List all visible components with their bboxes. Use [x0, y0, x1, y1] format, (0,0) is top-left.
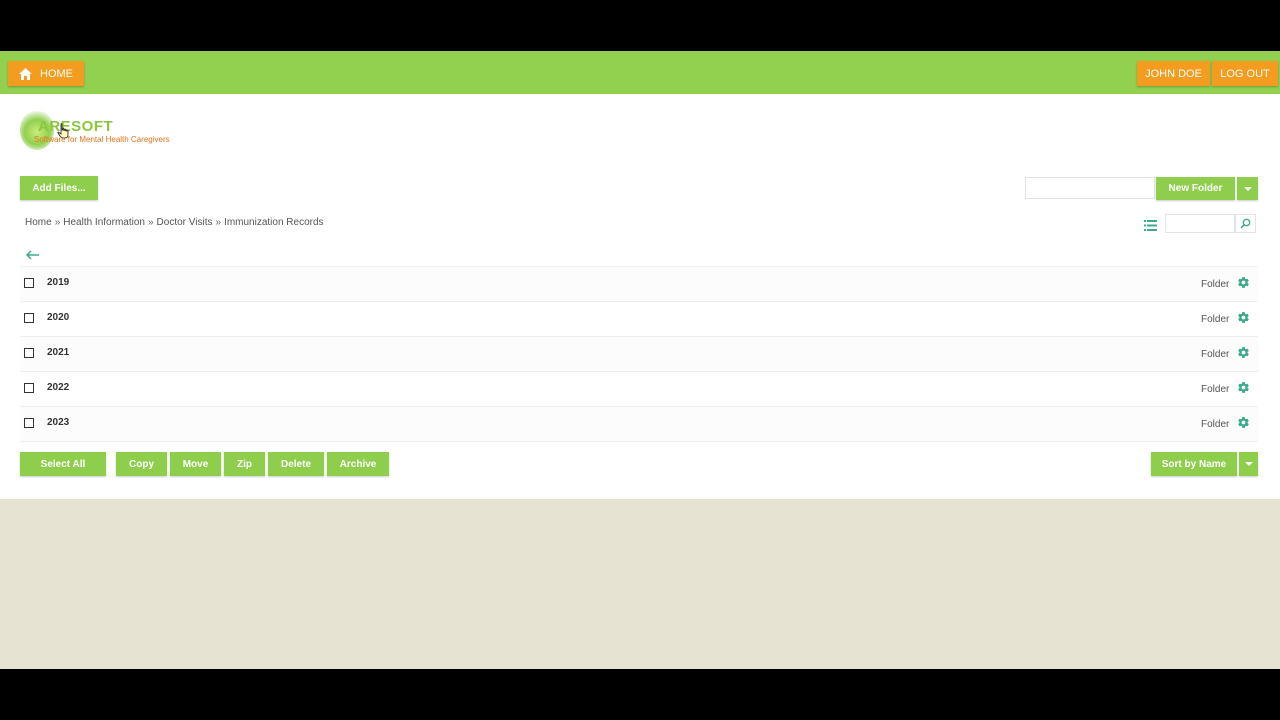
- move-button[interactable]: Move: [170, 452, 221, 476]
- breadcrumb-health-information[interactable]: Health Information: [63, 217, 145, 228]
- archive-button[interactable]: Archive: [327, 452, 389, 476]
- breadcrumb-home[interactable]: Home: [25, 217, 52, 228]
- list-item[interactable]: 2023 Folder: [20, 407, 1258, 442]
- folder-name[interactable]: 2020: [47, 312, 69, 323]
- list-item[interactable]: 2021 Folder: [20, 337, 1258, 372]
- row-checkbox[interactable]: [24, 418, 34, 428]
- breadcrumb-current: Immunization Records: [224, 217, 324, 228]
- search-button[interactable]: [1235, 214, 1256, 233]
- row-checkbox[interactable]: [24, 313, 34, 323]
- breadcrumb: Home» Health Information» Doctor Visits» Im…: [25, 217, 324, 228]
- folder-name[interactable]: 2023: [47, 417, 69, 428]
- folder-name[interactable]: 2022: [47, 382, 69, 393]
- item-type: Folder: [1201, 314, 1230, 325]
- item-type: Folder: [1201, 384, 1230, 395]
- gear-icon[interactable]: [1237, 276, 1250, 289]
- logo-name: ARESOFT: [38, 118, 114, 135]
- back-button[interactable]: [25, 247, 40, 260]
- gear-icon[interactable]: [1237, 381, 1250, 394]
- new-folder-button[interactable]: New Folder: [1156, 177, 1235, 200]
- app-viewport: HOME JOHN DOE LOG OUT ARESOFT Software f…: [0, 51, 1280, 669]
- breadcrumb-separator: »: [54, 217, 61, 228]
- row-checkbox[interactable]: [24, 383, 34, 393]
- breadcrumb-separator: »: [147, 217, 154, 228]
- new-folder-dropdown-toggle[interactable]: [1237, 177, 1258, 200]
- add-files-button[interactable]: Add Files...: [20, 176, 98, 200]
- breadcrumb-separator: »: [215, 217, 222, 228]
- list-view-icon[interactable]: [1144, 218, 1157, 231]
- search-input[interactable]: [1165, 214, 1235, 233]
- list-item[interactable]: 2020 Folder: [20, 302, 1258, 337]
- list-item[interactable]: 2019 Folder: [20, 266, 1258, 302]
- delete-button[interactable]: Delete: [268, 452, 324, 476]
- item-type: Folder: [1201, 279, 1230, 290]
- folder-name[interactable]: 2019: [47, 277, 69, 288]
- chevron-down-icon: [1243, 186, 1252, 191]
- item-type: Folder: [1201, 349, 1230, 360]
- item-type: Folder: [1201, 419, 1230, 430]
- new-folder-name-input[interactable]: [1025, 177, 1155, 199]
- zip-button[interactable]: Zip: [224, 452, 265, 476]
- row-checkbox[interactable]: [24, 278, 34, 288]
- user-menu-button[interactable]: JOHN DOE: [1137, 61, 1210, 86]
- breadcrumb-doctor-visits[interactable]: Doctor Visits: [157, 217, 213, 228]
- file-manager-panel: ARESOFT Software for Mental Health Careg…: [0, 94, 1280, 499]
- row-checkbox[interactable]: [24, 348, 34, 358]
- home-button[interactable]: HOME: [8, 61, 84, 86]
- gear-icon[interactable]: [1237, 346, 1250, 359]
- list-item[interactable]: 2022 Folder: [20, 372, 1258, 407]
- logo-tagline: Software for Mental Health Caregivers: [34, 135, 170, 144]
- back-arrow-icon: [25, 250, 39, 260]
- home-label: HOME: [40, 67, 73, 80]
- chevron-down-icon: [1244, 462, 1253, 466]
- file-list: 2019 Folder 2020 Folder 2021 Folder 2022…: [20, 266, 1258, 442]
- home-icon: [19, 67, 32, 80]
- folder-name[interactable]: 2021: [47, 347, 69, 358]
- top-navigation-bar: HOME JOHN DOE LOG OUT: [0, 51, 1280, 94]
- gear-icon[interactable]: [1237, 311, 1250, 324]
- gear-icon[interactable]: [1237, 416, 1250, 429]
- company-logo: ARESOFT Software for Mental Health Careg…: [20, 108, 170, 156]
- sort-button[interactable]: Sort by Name: [1151, 452, 1237, 476]
- sort-dropdown-toggle[interactable]: [1239, 452, 1258, 476]
- copy-button[interactable]: Copy: [116, 452, 167, 476]
- select-all-button[interactable]: Select All: [20, 452, 106, 476]
- logout-button[interactable]: LOG OUT: [1212, 61, 1278, 86]
- search-icon: [1240, 218, 1251, 229]
- mouse-cursor-icon: [57, 123, 69, 139]
